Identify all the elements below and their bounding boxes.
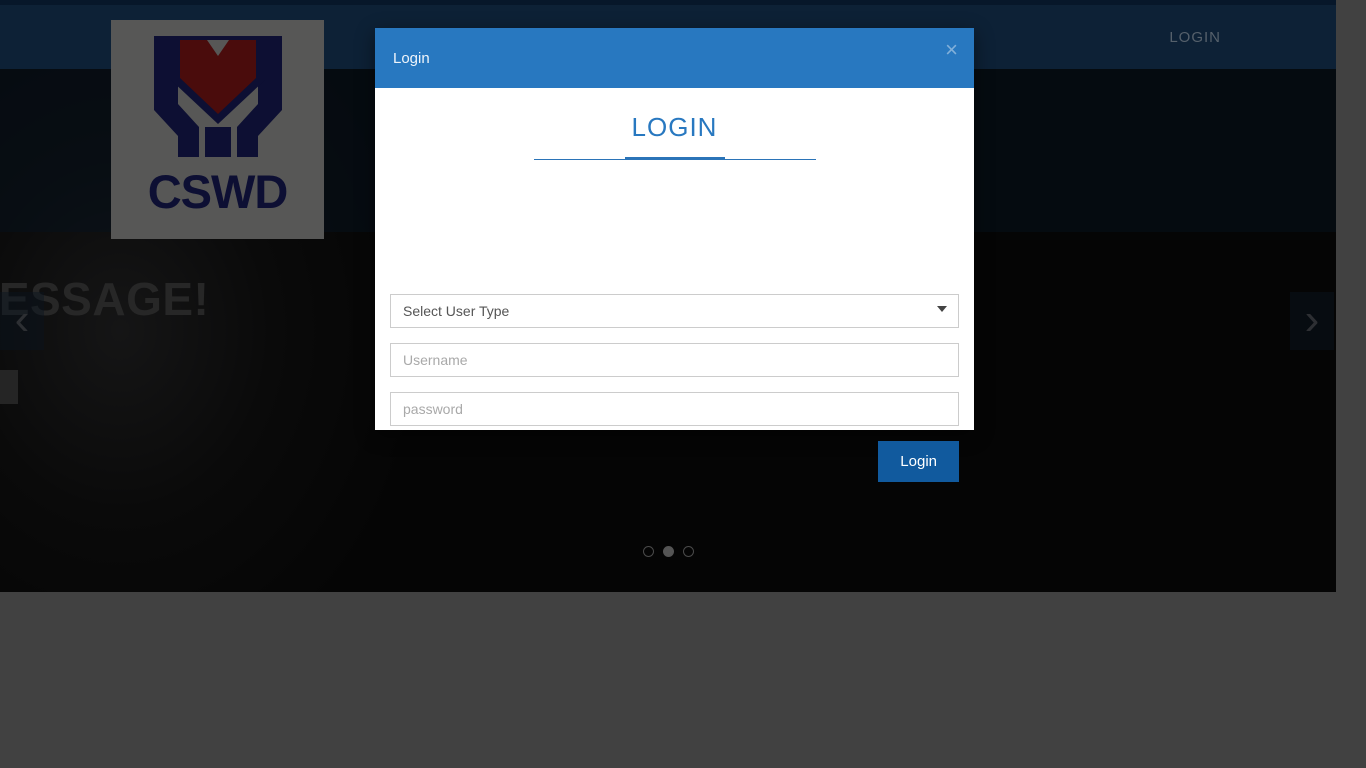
login-modal: Login × LOGIN Select User Type Lo [375,28,974,482]
hands-holding-heart-icon [153,36,282,157]
login-submit-button[interactable]: Login [878,441,959,482]
modal-title: Login [393,49,430,67]
user-type-wrapper: Select User Type [390,294,959,328]
divider-thick-line [624,157,725,160]
page-canvas: MESSAGE! ‹ › LOGIN CSWD [0,0,1336,592]
carousel-indicators [0,546,1336,557]
carousel-dot[interactable] [642,546,654,557]
modal-header: Login × [375,28,974,88]
carousel-dot-active[interactable] [662,546,674,557]
close-icon[interactable]: × [945,39,958,61]
login-form: Select User Type Login [390,294,959,482]
modal-body: LOGIN Select User Type Login [375,112,974,482]
username-input[interactable] [390,343,959,377]
logo-wordmark: CSWD [147,165,289,218]
top-edge-strip [0,0,1336,5]
site-logo[interactable]: CSWD [111,20,324,239]
password-input[interactable] [390,392,959,426]
nav-login-link[interactable]: LOGIN [1169,29,1221,46]
user-type-select[interactable]: Select User Type [390,294,959,328]
page-title: LOGIN [631,112,718,142]
carousel-dot[interactable] [682,546,694,557]
title-divider [533,157,816,162]
submit-row: Login [390,441,959,482]
